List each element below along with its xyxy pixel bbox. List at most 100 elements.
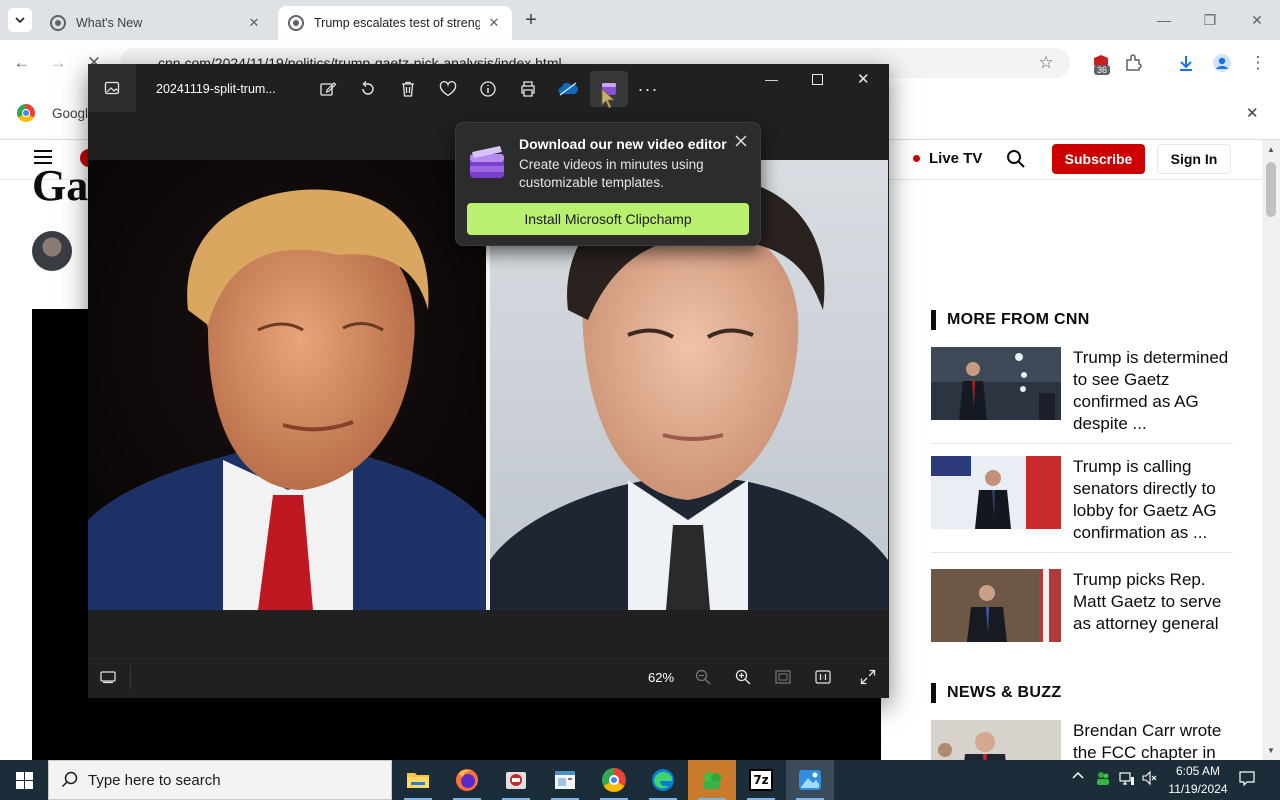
article-headline: Ga xyxy=(32,161,89,210)
print-icon[interactable] xyxy=(512,73,544,105)
star-icon[interactable]: ☆ xyxy=(1030,47,1062,79)
7zip-icon[interactable]: 7z xyxy=(737,760,785,800)
7zip-label: 7z xyxy=(749,769,773,791)
tab-cnn-article[interactable]: Trump escalates test of strength ✕ xyxy=(278,6,512,40)
viewer-minimize-icon[interactable]: — xyxy=(765,72,778,87)
chrome-icon[interactable] xyxy=(590,760,638,800)
app-icon[interactable] xyxy=(688,760,736,800)
actual-size-icon[interactable] xyxy=(815,670,831,689)
close-icon[interactable]: ✕ xyxy=(246,15,262,31)
sign-in-button[interactable]: Sign In xyxy=(1157,144,1231,174)
chevron-down-icon xyxy=(15,17,25,24)
tab-whats-new[interactable]: What's New ✕ xyxy=(40,6,272,40)
scrollbar-thumb[interactable] xyxy=(1266,162,1276,217)
close-icon[interactable]: ✕ xyxy=(1246,104,1259,122)
notifications-icon[interactable] xyxy=(1239,770,1255,789)
app-icon[interactable] xyxy=(541,760,589,800)
viewer-close-icon[interactable]: ✕ xyxy=(857,70,870,88)
author-avatar[interactable] xyxy=(32,231,72,271)
search-placeholder: Type here to search xyxy=(88,772,221,789)
story-headline[interactable]: Trump is determined to see Gaetz confirm… xyxy=(1073,347,1233,435)
story-thumbnail[interactable] xyxy=(931,720,1061,760)
search-icon xyxy=(61,771,78,793)
edit-icon[interactable] xyxy=(312,73,344,105)
story-card[interactable]: Trump picks Rep. Matt Gaetz to serve as … xyxy=(931,569,1233,644)
story-headline[interactable]: Trump picks Rep. Matt Gaetz to serve as … xyxy=(1073,569,1233,635)
story-thumbnail[interactable] xyxy=(931,456,1061,529)
extensions-icon[interactable] xyxy=(1117,47,1149,79)
forward-icon[interactable]: → xyxy=(42,47,74,79)
divider xyxy=(931,443,1233,444)
viewer-maximize-icon[interactable] xyxy=(812,74,823,85)
promo-title: Download our new video editor xyxy=(519,136,727,152)
new-tab-button[interactable]: + xyxy=(520,9,542,31)
close-icon[interactable] xyxy=(732,132,750,150)
more-icon[interactable]: ··· xyxy=(632,73,664,105)
volume-muted-icon[interactable] xyxy=(1142,770,1158,789)
story-headline[interactable]: Trump is calling senators directly to lo… xyxy=(1073,456,1233,544)
close-icon[interactable]: ✕ xyxy=(486,15,502,31)
divider xyxy=(931,552,1233,553)
delete-icon[interactable] xyxy=(392,73,424,105)
fit-to-window-icon[interactable] xyxy=(775,670,791,689)
full-screen-icon[interactable] xyxy=(860,669,876,690)
clock-time[interactable]: 6:05 AM xyxy=(1170,764,1226,778)
scroll-up-icon[interactable]: ▲ xyxy=(1267,145,1275,154)
section-title: MORE FROM CNN xyxy=(947,311,1090,328)
restore-icon[interactable]: ❐ xyxy=(1187,0,1233,40)
mouse-cursor-icon xyxy=(600,88,616,115)
favorite-icon[interactable] xyxy=(432,73,464,105)
tab-title: Trump escalates test of strength xyxy=(314,16,480,30)
close-window-icon[interactable]: ✕ xyxy=(1234,0,1280,40)
story-thumbnail[interactable] xyxy=(931,569,1061,642)
filmstrip-icon[interactable] xyxy=(100,670,116,689)
story-card[interactable]: Trump is calling senators directly to lo… xyxy=(931,456,1233,546)
page-scrollbar[interactable] xyxy=(1262,140,1280,760)
story-thumbnail[interactable] xyxy=(931,347,1061,420)
live-tv-link[interactable]: Live TV xyxy=(912,150,982,167)
download-icon[interactable] xyxy=(1170,47,1202,79)
profile-icon[interactable] xyxy=(1206,47,1238,79)
viewer-bottom-bar xyxy=(88,658,889,698)
tab-title: What's New xyxy=(76,16,143,30)
info-icon[interactable] xyxy=(472,73,504,105)
section-title: NEWS & BUZZ xyxy=(947,684,1062,701)
back-icon[interactable]: ← xyxy=(6,47,38,79)
zoom-in-icon[interactable] xyxy=(735,669,751,690)
zoom-out-icon[interactable] xyxy=(695,669,711,690)
infobar-text: Googl xyxy=(52,106,89,121)
separator xyxy=(130,666,131,690)
onedrive-icon[interactable] xyxy=(552,73,584,105)
tab-search-button[interactable] xyxy=(8,8,32,32)
start-button[interactable] xyxy=(0,760,48,800)
site-favicon-icon xyxy=(288,15,304,31)
section-bar xyxy=(931,310,936,330)
windows-logo-icon xyxy=(15,771,33,789)
gallery-button[interactable] xyxy=(88,64,136,112)
section-more-from-cnn: MORE FROM CNN xyxy=(931,310,1090,330)
extension-badge: 36 xyxy=(1094,65,1111,75)
chrome-favicon-icon xyxy=(50,15,66,31)
firefox-icon[interactable] xyxy=(443,760,491,800)
story-card[interactable]: Trump is determined to see Gaetz confirm… xyxy=(931,347,1233,437)
file-explorer-icon[interactable] xyxy=(394,760,442,800)
network-icon[interactable] xyxy=(1119,770,1135,789)
menu-icon[interactable]: ⋮ xyxy=(1242,47,1274,79)
people-icon[interactable] xyxy=(1095,770,1111,789)
rotate-icon[interactable] xyxy=(352,73,384,105)
app-icon[interactable] xyxy=(492,760,540,800)
story-headline[interactable]: Brendan Carr wrote the FCC chapter in xyxy=(1073,720,1233,760)
edge-icon[interactable] xyxy=(639,760,687,800)
scroll-down-icon[interactable]: ▼ xyxy=(1267,746,1275,755)
subscribe-button[interactable]: Subscribe xyxy=(1052,144,1145,174)
search-icon[interactable] xyxy=(1006,149,1026,174)
chevron-up-icon[interactable] xyxy=(1072,770,1084,785)
clock-date[interactable]: 11/19/2024 xyxy=(1163,782,1233,796)
story-card[interactable]: Brendan Carr wrote the FCC chapter in xyxy=(931,720,1233,760)
photos-icon[interactable] xyxy=(786,760,834,800)
install-clipchamp-button[interactable]: Install Microsoft Clipchamp xyxy=(467,203,749,235)
chrome-logo-icon xyxy=(17,104,35,122)
minimize-icon[interactable]: — xyxy=(1141,0,1187,40)
section-bar xyxy=(931,683,936,703)
promo-body: Create videos in minutes using customiza… xyxy=(519,157,704,190)
